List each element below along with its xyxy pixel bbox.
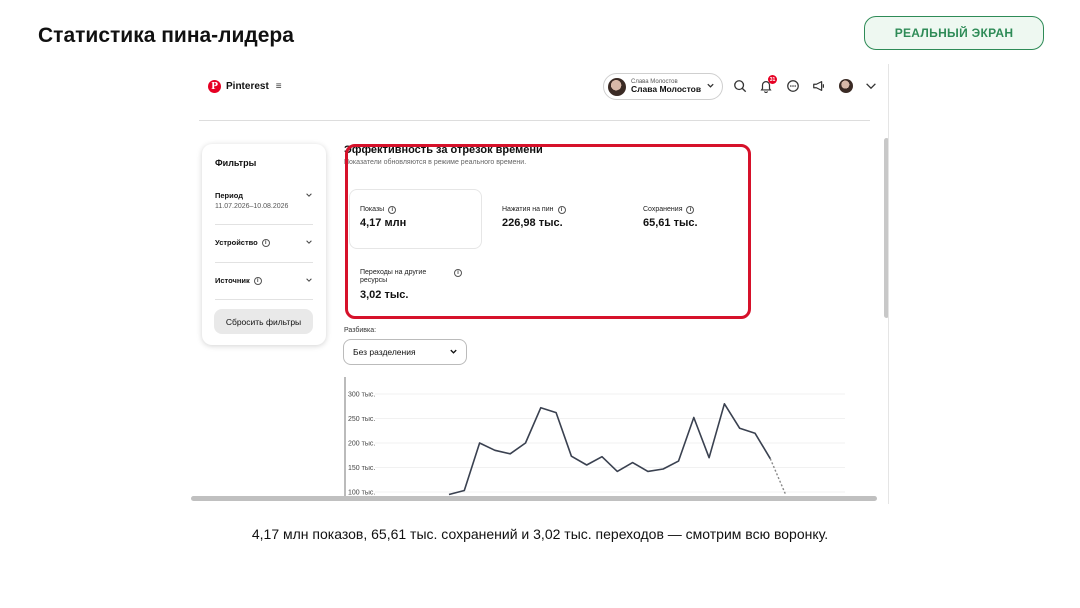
y-tick-label: 150 тыс. [348,465,375,472]
chevron-down-icon[interactable] [863,78,879,94]
slide-caption: 4,17 млн показов, 65,61 тыс. сохранений … [251,526,829,542]
chevron-down-icon [305,191,313,201]
pinterest-logo[interactable]: P Pinterest ≡ [208,80,282,93]
pinterest-logo-icon: P [208,80,221,93]
slide: Статистика пина-лидера РЕАЛЬНЫЙ ЭКРАН P … [0,0,1080,608]
period-label: Период [215,191,243,200]
filter-divider [215,299,313,300]
chevron-down-icon [449,347,458,358]
highlight-frame [345,144,751,319]
chevron-down-icon [305,238,313,248]
y-tick-label: 300 тыс. [348,392,375,399]
impressions-series-projection [769,458,787,495]
search-icon[interactable] [732,78,748,94]
filter-divider [215,262,313,263]
impressions-series-line [448,403,771,496]
filter-source[interactable]: Источник i [215,276,313,285]
screenshot-edge [888,64,889,504]
breakdown-dropdown[interactable]: Без разделения [343,339,467,365]
top-bar: P Pinterest ≡ Слава Молостов Слава Молос… [191,64,891,120]
y-tick-label: 250 тыс. [348,416,375,423]
y-tick-label: 200 тыс. [348,441,375,448]
filters-panel: Фильтры Период 11.07.2026–10.08.2026 Уст… [202,144,326,345]
info-icon: i [253,276,262,285]
filters-title: Фильтры [215,158,257,168]
chevron-down-icon [706,81,715,92]
period-value: 11.07.2026–10.08.2026 [215,203,289,210]
horizontal-scrollbar[interactable] [191,496,877,501]
slide-title: Статистика пина-лидера [38,24,294,47]
breakdown-label: Разбивка: [344,327,377,334]
filter-divider [215,224,313,225]
megaphone-icon[interactable] [811,78,827,94]
filter-device[interactable]: Устройство i [215,238,313,247]
logo-text: Pinterest [226,81,269,92]
breakdown-selected: Без разделения [353,347,416,357]
account-name: Слава Молостов [631,84,702,95]
menu-icon[interactable]: ≡ [276,81,282,92]
chevron-down-icon [305,276,313,286]
source-label: Источник [215,276,250,285]
filter-period[interactable]: Период 11.07.2026–10.08.2026 [215,191,313,210]
info-icon: i [261,238,270,247]
impressions-line-chart: 300 тыс.250 тыс.200 тыс.150 тыс.100 тыс. [344,377,845,499]
account-switcher[interactable]: Слава Молостов Слава Молостов [603,73,723,100]
real-screen-badge: РЕАЛЬНЫЙ ЭКРАН [864,16,1044,50]
header-divider [199,120,870,121]
profile-avatar[interactable] [839,79,853,93]
device-label: Устройство [215,238,258,247]
notification-badge: 31 [768,75,777,84]
reset-filters-button[interactable]: Сбросить фильтры [214,309,313,334]
account-avatar [608,77,626,96]
chat-icon[interactable] [785,78,801,94]
pinterest-screenshot: P Pinterest ≡ Слава Молостов Слава Молос… [191,64,891,504]
